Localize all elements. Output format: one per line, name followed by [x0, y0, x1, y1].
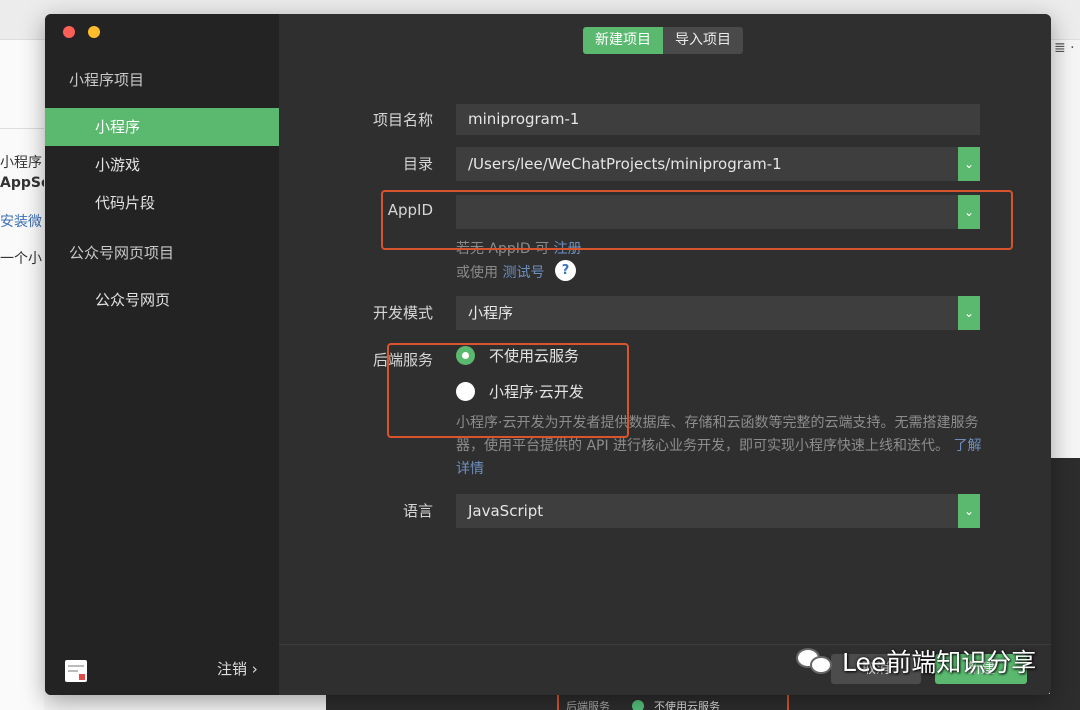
chevron-down-icon[interactable]: ⌄ — [958, 147, 980, 181]
project-name-input[interactable]: miniprogram-1 — [456, 104, 980, 135]
test-account-link[interactable]: 测试号 — [502, 265, 544, 281]
logout-label: 注销 — [217, 660, 248, 678]
test-account-hint-text: 或使用 — [456, 265, 498, 281]
list-menu-icon[interactable]: ≣ · — [1054, 40, 1080, 58]
tab-new-project[interactable]: 新建项目 — [583, 27, 663, 54]
language-select[interactable]: JavaScript ⌄ — [456, 494, 980, 528]
chevron-right-icon: › — [251, 660, 258, 678]
directory-value: /Users/lee/WeChatProjects/miniprogram-1 — [468, 155, 782, 173]
dev-mode-value: 小程序 — [468, 304, 514, 322]
close-window-button[interactable] — [63, 26, 75, 38]
sidebar-item-code-snippet[interactable]: 代码片段 — [45, 184, 279, 222]
test-account-hint: 或使用 测试号 — [456, 262, 544, 282]
background-label: 不使用云服务 — [654, 700, 720, 710]
sidebar-item-minigame[interactable]: 小游戏 — [45, 146, 279, 184]
sidebar-section-webpage: 公众号网页项目 — [69, 244, 175, 262]
avatar[interactable] — [65, 660, 87, 682]
chevron-down-icon[interactable]: ⌄ — [958, 494, 980, 528]
tab-import-project[interactable]: 导入项目 — [663, 27, 743, 54]
background-dark-pane — [1050, 458, 1080, 710]
dev-mode-select[interactable]: 小程序 ⌄ — [456, 296, 980, 330]
language-label: 语言 — [402, 502, 433, 520]
directory-label: 目录 — [402, 155, 433, 173]
project-name-label: 项目名称 — [372, 111, 433, 129]
directory-select[interactable]: /Users/lee/WeChatProjects/miniprogram-1 … — [456, 147, 980, 181]
sidebar: 小程序项目 小程序 小游戏 代码片段 公众号网页项目 公众号网页 注销 › — [45, 14, 279, 695]
background-text: AppSe — [0, 175, 44, 191]
chevron-down-icon[interactable]: ⌄ — [958, 296, 980, 330]
language-value: JavaScript — [468, 502, 544, 520]
background-left-column — [0, 40, 44, 710]
minimize-window-button[interactable] — [88, 26, 100, 38]
sidebar-section-miniprogram: 小程序项目 — [69, 71, 145, 89]
background-text: 一个小 — [0, 251, 42, 267]
background-radio-icon — [632, 700, 644, 710]
logout-button[interactable]: 注销 › — [217, 658, 258, 679]
watermark-text: Lee前端知识分享 — [842, 648, 1037, 677]
project-type-tabs: 新建项目 导入项目 — [583, 27, 743, 54]
backend-annotation-box — [387, 343, 629, 438]
wechat-icon — [796, 646, 836, 676]
background-label: 后端服务 — [566, 700, 610, 710]
dev-mode-label: 开发模式 — [372, 304, 433, 322]
background-text: 小程序 — [0, 155, 42, 171]
background-divider — [0, 128, 44, 129]
background-link[interactable]: 安装微 — [0, 211, 44, 231]
help-icon[interactable]: ? — [555, 260, 576, 281]
watermark: Lee前端知识分享 — [796, 644, 1036, 678]
sidebar-item-miniprogram[interactable]: 小程序 — [45, 108, 279, 146]
appid-annotation-box — [381, 190, 1013, 250]
sidebar-item-official-webpage[interactable]: 公众号网页 — [45, 281, 279, 319]
